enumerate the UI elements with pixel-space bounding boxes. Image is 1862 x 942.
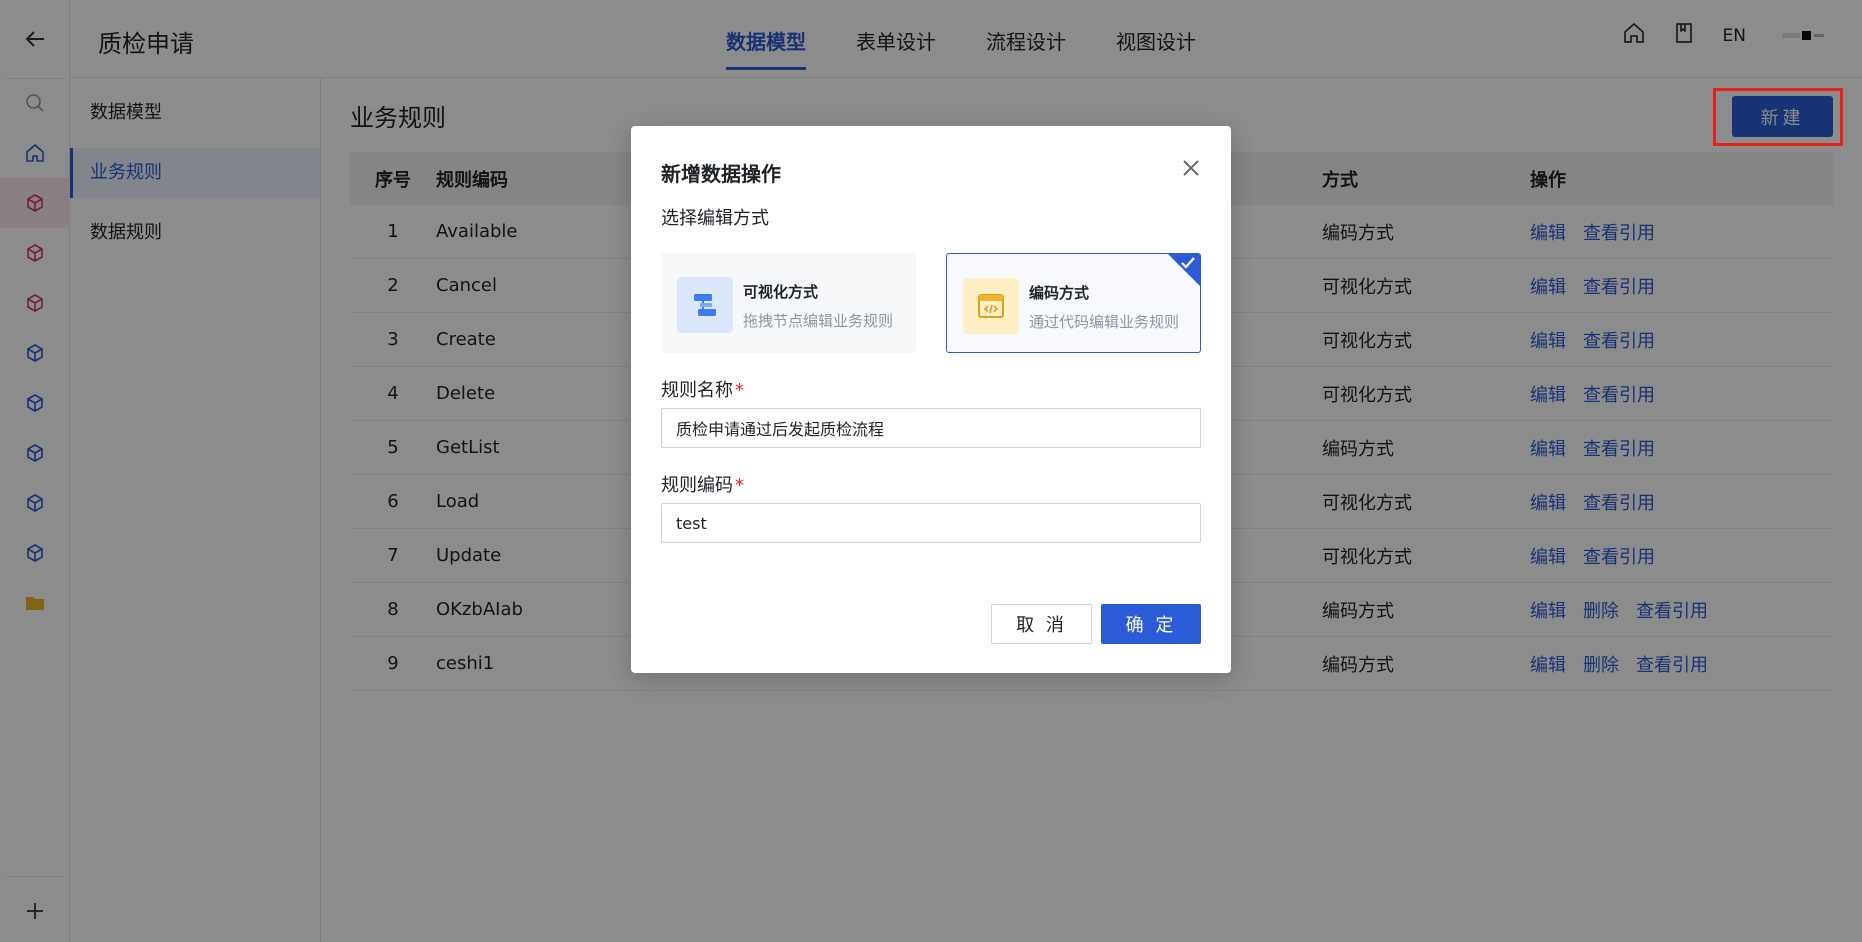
edit-mode-label: 选择编辑方式 xyxy=(661,208,769,229)
option-code-mode[interactable]: 编码方式 通过代码编辑业务规则 xyxy=(946,253,1201,353)
required-mark: * xyxy=(735,380,744,401)
rule-name-label: 规则名称 * xyxy=(661,380,744,401)
flow-nodes-icon xyxy=(677,277,733,333)
dialog-title: 新增数据操作 xyxy=(661,162,781,186)
confirm-button[interactable]: 确 定 xyxy=(1101,604,1201,644)
add-operation-dialog: 新增数据操作 选择编辑方式 可视化方式 拖拽节点编辑业务规则 编码方式 通过代码… xyxy=(631,126,1231,673)
option-title: 可视化方式 xyxy=(743,283,819,301)
code-window-icon xyxy=(963,278,1019,334)
option-title: 编码方式 xyxy=(1029,284,1090,302)
cancel-button[interactable]: 取 消 xyxy=(991,604,1092,644)
check-icon xyxy=(1181,257,1195,269)
rule-name-input[interactable] xyxy=(661,408,1201,448)
option-desc: 拖拽节点编辑业务规则 xyxy=(743,312,894,330)
option-desc: 通过代码编辑业务规则 xyxy=(1029,313,1180,331)
rule-code-input[interactable] xyxy=(661,503,1201,543)
required-mark: * xyxy=(735,475,744,496)
close-icon[interactable] xyxy=(1179,156,1203,180)
option-visual-mode[interactable]: 可视化方式 拖拽节点编辑业务规则 xyxy=(661,253,916,353)
rule-code-label: 规则编码 * xyxy=(661,475,744,496)
